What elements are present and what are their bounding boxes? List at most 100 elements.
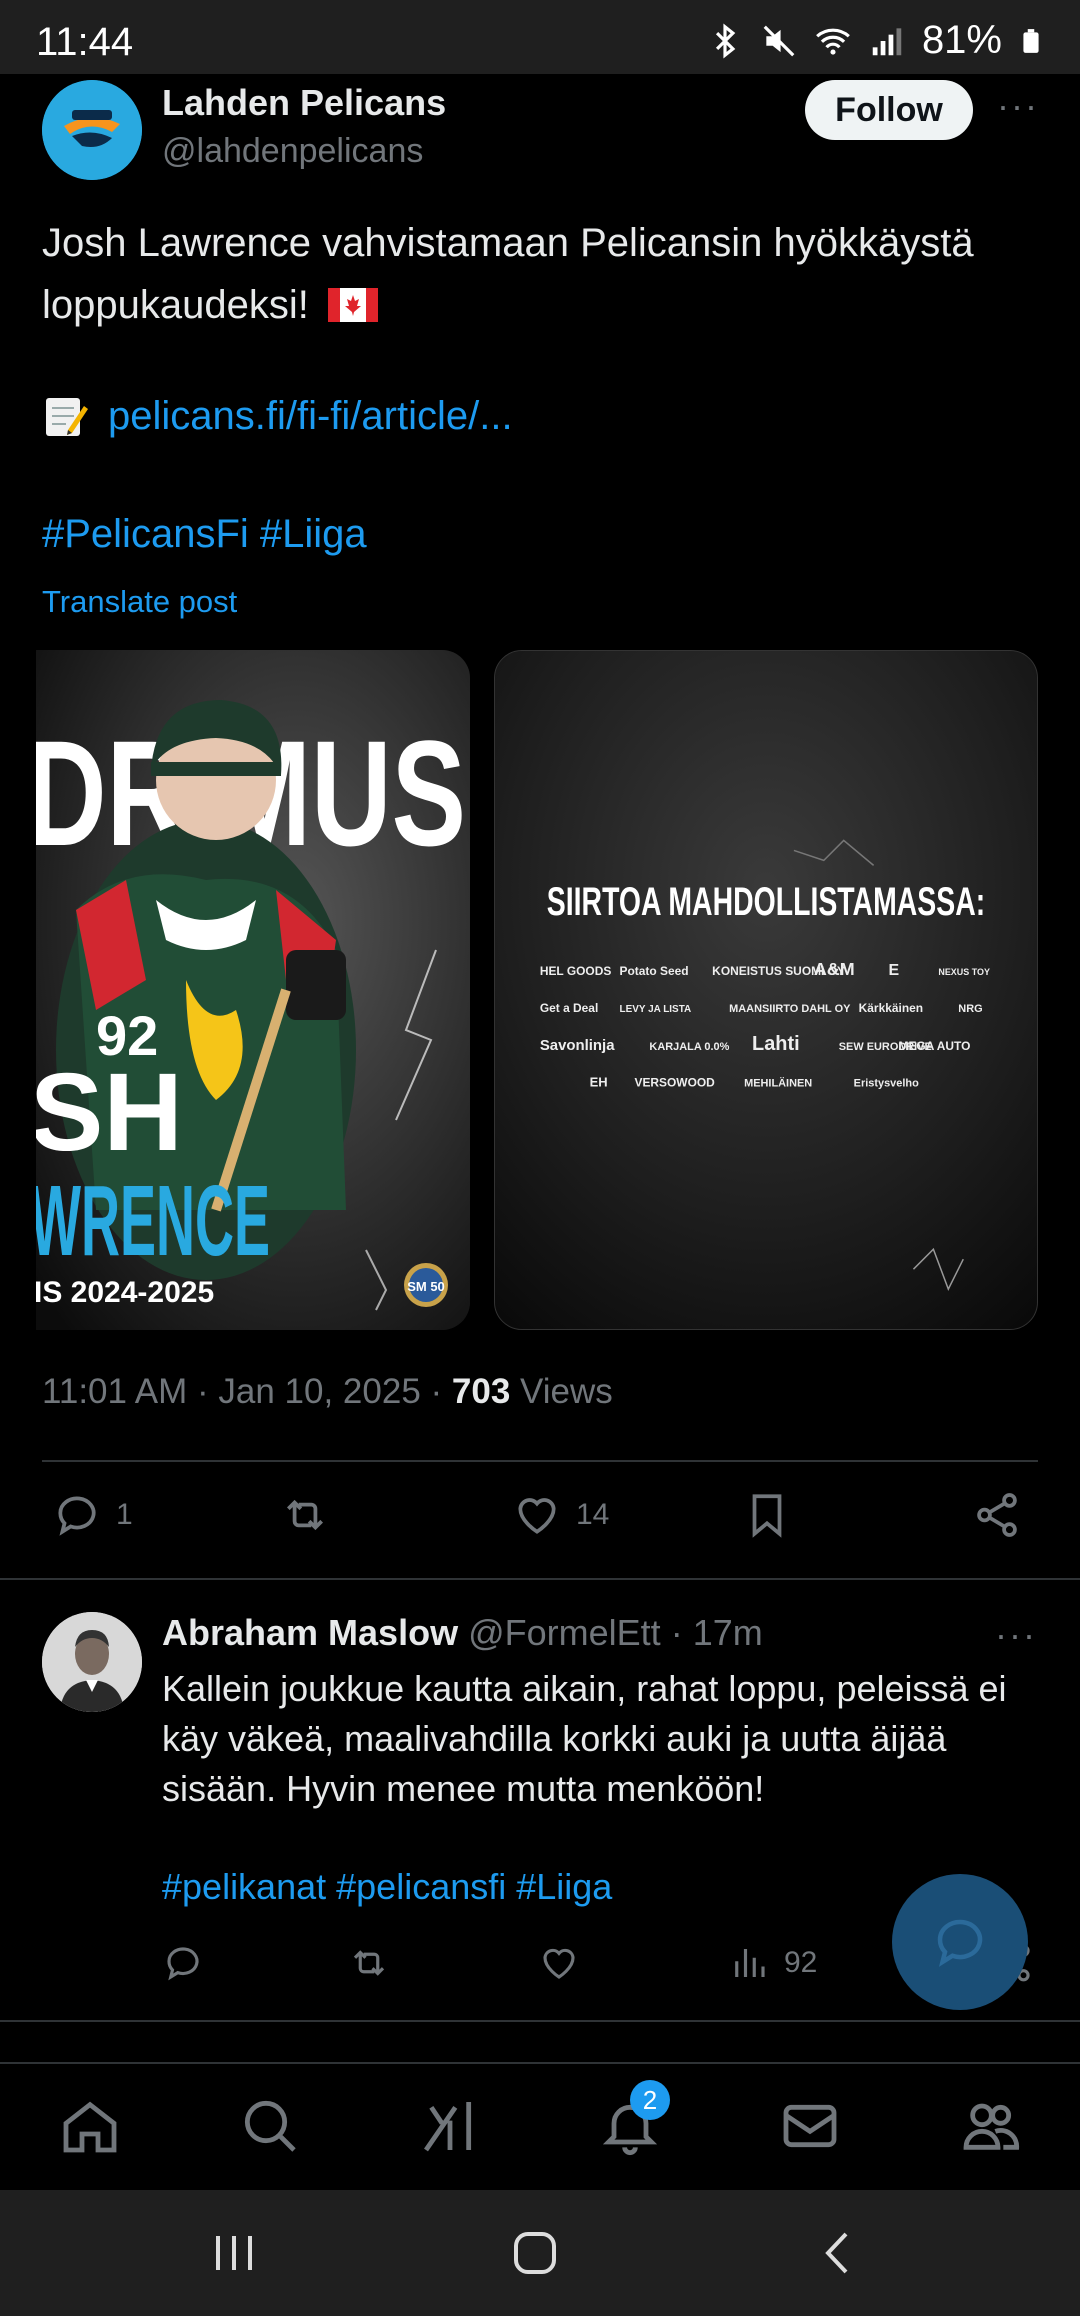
battery-percent: 81% (921, 18, 1002, 62)
wifi-icon (816, 28, 850, 55)
reply-text: Kallein joukkue kautta aikain, rahat lop… (162, 1668, 1007, 1809)
player-announcement-image: DRIMUS 92 SH WRENCE IS 2024-2025 SM 50 (36, 650, 470, 1330)
retweet-icon (353, 1950, 385, 1976)
tweet-time: 11:01 AM (42, 1372, 188, 1411)
share-icon (977, 1493, 1017, 1537)
sponsors-image: SIIRTOA MAHDOLLISTAMASSA: HEL GOODS Pota… (495, 651, 1037, 1329)
reply-avatar[interactable] (42, 1612, 142, 1712)
reply-icon (58, 1496, 96, 1536)
reply-author-name[interactable]: Abraham Maslow (162, 1612, 458, 1653)
tweet-hashtags[interactable]: #PelicansFi #Liiga (42, 512, 367, 557)
player-first-name: SH (36, 1051, 183, 1174)
reply-age: 17m (692, 1612, 763, 1653)
tweet-date: Jan 10, 2025 (218, 1372, 421, 1411)
sponsors-headline: SIIRTOA MAHDOLLISTAMASSA: (547, 880, 985, 924)
pelicans-logo (42, 80, 142, 180)
retweet-icon (287, 1499, 323, 1531)
views-label: Views (520, 1372, 613, 1411)
reply-reply-button[interactable] (162, 1942, 204, 1984)
like-count: 14 (576, 1498, 610, 1531)
article-link-row[interactable]: pelicans.fi/fi-fi/article/... (42, 392, 513, 440)
sponsor-logo: NEXUS TOY (938, 967, 990, 977)
translate-post-link[interactable]: Translate post (42, 584, 237, 620)
media-image-player[interactable]: DRIMUS 92 SH WRENCE IS 2024-2025 SM 50 (36, 650, 470, 1330)
reply-like-button[interactable] (538, 1942, 580, 1984)
article-link[interactable]: pelicans.fi/fi-fi/article/... (108, 394, 513, 439)
compose-reply-fab[interactable] (892, 1874, 1028, 2010)
reply-views-button[interactable]: 92 (728, 1942, 817, 1984)
status-time: 11:44 (36, 20, 134, 64)
sponsor-logo: HEL GOODS (540, 964, 612, 978)
sm-50-badge: SM 50 (407, 1279, 445, 1294)
mute-icon (763, 25, 795, 56)
retweet-button[interactable] (280, 1490, 330, 1540)
divider (0, 1578, 1080, 1580)
follow-button[interactable]: Follow (805, 80, 973, 140)
player-last-name: WRENCE (36, 1165, 270, 1277)
reply-retweet-button[interactable] (348, 1942, 390, 1984)
mail-icon (783, 2104, 837, 2148)
sponsor-logo: KARJALA 0.0% (649, 1041, 729, 1053)
bottom-navigation (0, 2062, 1080, 2190)
tweet-author: Lahden Pelicans @lahdenpelicans Follow ·… (42, 80, 1042, 180)
author-handle[interactable]: @lahdenpelicans (162, 132, 423, 171)
status-bar: 11:44 81% (0, 0, 1080, 74)
nav-search[interactable] (238, 2094, 302, 2158)
person-photo (42, 1612, 142, 1712)
sponsor-logo: LEVY JA LISTA (620, 1004, 692, 1015)
sponsor-logo: MAANSIIRTO DAHL OY (729, 1003, 851, 1015)
heart-icon (543, 1948, 575, 1979)
reply-icon (167, 1947, 199, 1981)
sponsor-logo: Eristysvelho (854, 1078, 919, 1090)
sponsor-logo: EH (590, 1075, 608, 1090)
share-button[interactable] (972, 1490, 1022, 1540)
compose-reply-icon (937, 1919, 983, 1967)
media-image-sponsors[interactable]: SIIRTOA MAHDOLLISTAMASSA: HEL GOODS Pota… (494, 650, 1038, 1330)
heart-icon (518, 1498, 556, 1534)
pelicans-avatar[interactable] (42, 80, 142, 180)
home-button-icon[interactable] (505, 2228, 565, 2278)
system-navigation-bar (0, 2190, 1080, 2316)
sponsor-logo: A&M (814, 959, 855, 979)
reply-views-count: 92 (784, 1946, 818, 1979)
reply-hashtags[interactable]: #pelikanat #pelicansfi #Liiga (162, 1866, 612, 1908)
reply-author-handle[interactable]: @FormelEtt (468, 1612, 661, 1653)
battery-icon (1023, 28, 1039, 53)
sponsor-logo: MEHILÄINEN (744, 1077, 812, 1090)
communities-icon (963, 2103, 1020, 2150)
memo-icon (46, 398, 88, 436)
sponsor-logo: Get a Deal (540, 1001, 598, 1015)
search-icon (244, 2100, 296, 2152)
bluetooth-icon (715, 22, 736, 59)
canada-flag-icon (327, 288, 378, 322)
nav-home[interactable] (58, 2094, 122, 2158)
season-text: IS 2024-2025 (36, 1276, 214, 1309)
sponsor-logo: MEGA AUTO (899, 1039, 971, 1053)
sponsor-logo: NRG (958, 1003, 982, 1015)
nav-messages[interactable] (778, 2094, 842, 2158)
bookmark-button[interactable] (742, 1490, 792, 1540)
grok-icon (424, 2102, 472, 2152)
tweet-timestamp[interactable]: 11:01 AM · Jan 10, 2025 · 703 Views (42, 1372, 613, 1412)
like-button[interactable]: 14 (512, 1490, 609, 1540)
recent-apps-icon[interactable] (204, 2228, 264, 2278)
reply-more-options-icon[interactable]: ··· (995, 1614, 1037, 1656)
nav-communities[interactable] (958, 2094, 1022, 2158)
home-icon (63, 2101, 117, 2153)
sponsor-logo: E (889, 962, 900, 979)
sponsor-logo: Potato Seed (620, 964, 689, 978)
signal-icon (872, 27, 902, 55)
bookmark-icon (752, 1494, 782, 1538)
tweet-actions: 1 14 (42, 1490, 1038, 1550)
tweet-body: Josh Lawrence vahvistamaan Pelicansin hy… (42, 221, 974, 327)
back-icon[interactable] (808, 2228, 868, 2278)
nav-grok[interactable] (418, 2094, 482, 2158)
sponsor-logo: Lahti (752, 1033, 800, 1055)
more-options-icon[interactable]: ··· (997, 85, 1039, 127)
sponsor-logo: VERSOWOOD (634, 1076, 715, 1090)
sponsor-logo: Savonlinja (540, 1037, 615, 1054)
divider (0, 2020, 1080, 2022)
author-name[interactable]: Lahden Pelicans (162, 82, 446, 124)
reply-button[interactable]: 1 (52, 1490, 133, 1540)
views-count: 703 (451, 1372, 511, 1411)
